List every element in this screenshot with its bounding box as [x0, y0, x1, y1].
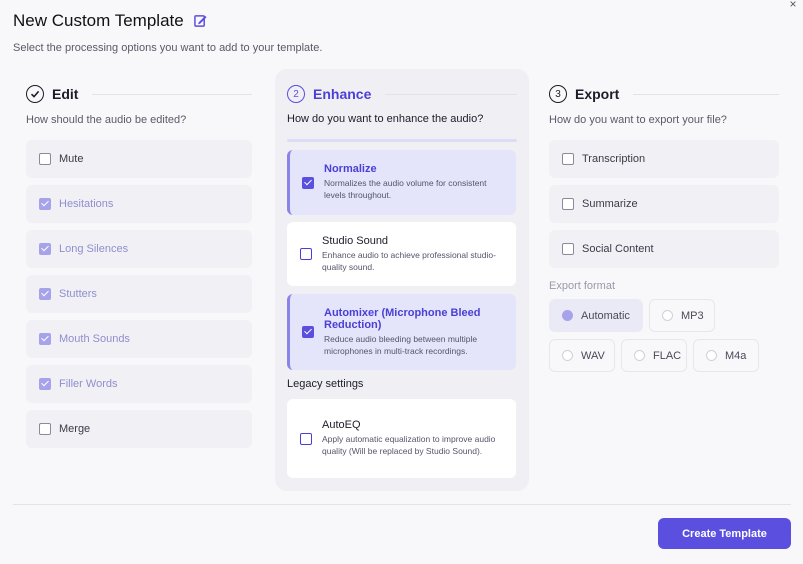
- edit-column: Edit How should the audio be edited? Mut…: [26, 84, 252, 455]
- card-desc: Reduce audio bleeding between multiple m…: [324, 333, 478, 356]
- option-checkbox[interactable]: [39, 378, 51, 390]
- legacy-settings-label: Legacy settings: [287, 378, 364, 390]
- option-label: Merge: [59, 423, 91, 435]
- radio-icon[interactable]: [562, 350, 573, 361]
- option-checkbox[interactable]: [39, 333, 51, 345]
- card-desc: Enhance audio to achieve professional st…: [322, 249, 496, 272]
- format-label: WAV: [581, 349, 605, 362]
- option-label: Mute: [59, 153, 84, 165]
- card-studio-sound[interactable]: Studio Sound Enhance audio to achieve pr…: [287, 222, 516, 286]
- edit-question: How should the audio be edited?: [26, 114, 187, 126]
- option-label: Mouth Sounds: [59, 333, 130, 345]
- option-label: Long Silences: [59, 243, 129, 255]
- enhance-question: How do you want to enhance the audio?: [287, 113, 484, 125]
- divider: [633, 93, 779, 95]
- automixer-checkbox[interactable]: [302, 326, 314, 338]
- option-label: Filler Words: [59, 378, 118, 390]
- option-checkbox[interactable]: [39, 423, 51, 435]
- card-normalize[interactable]: Normalize Normalizes the audio volume fo…: [287, 150, 516, 215]
- option-mute[interactable]: Mute: [26, 140, 252, 178]
- create-template-button[interactable]: Create Template: [658, 518, 791, 549]
- autoeq-checkbox[interactable]: [300, 432, 312, 445]
- modal-title: New Custom Template: [13, 11, 184, 30]
- export-question: How do you want to export your file?: [549, 114, 727, 126]
- close-icon[interactable]: ×: [786, 0, 800, 11]
- format-label: FLAC: [653, 349, 682, 362]
- normalize-checkbox[interactable]: [302, 176, 314, 189]
- option-label: Transcription: [582, 153, 646, 165]
- studio-sound-checkbox[interactable]: [300, 248, 312, 260]
- export-format-label: Export format: [549, 280, 616, 292]
- scroll-edge: [287, 139, 517, 142]
- option-checkbox[interactable]: [562, 243, 574, 255]
- footer-divider: [13, 504, 791, 505]
- radio-icon[interactable]: [562, 310, 573, 321]
- card-title: Normalize: [324, 163, 377, 176]
- option-checkbox[interactable]: [562, 198, 574, 210]
- option-checkbox[interactable]: [39, 243, 51, 255]
- format-label: M4a: [725, 349, 747, 362]
- option-checkbox[interactable]: [39, 288, 51, 300]
- option-transcription[interactable]: Transcription: [549, 140, 779, 178]
- card-title: Automixer (Microphone Bleed Reduction): [324, 306, 481, 331]
- enhance-header: 2 Enhance: [287, 84, 517, 104]
- divider: [385, 93, 517, 95]
- card-title: Studio Sound: [322, 234, 389, 247]
- modal-subtitle: Select the processing options you want t…: [13, 42, 323, 54]
- format-wav[interactable]: WAV: [549, 339, 615, 372]
- new-template-modal: New Custom Template Select the processin…: [0, 0, 803, 564]
- edit-title: Edit: [52, 86, 79, 102]
- option-checkbox[interactable]: [39, 198, 51, 210]
- export-title: Export: [575, 86, 620, 102]
- option-mouth-sounds[interactable]: Mouth Sounds: [26, 320, 252, 358]
- option-label: Hesitations: [59, 198, 114, 210]
- export-column: 3 Export How do you want to export your …: [549, 84, 779, 372]
- option-social-content[interactable]: Social Content: [549, 230, 779, 268]
- card-desc: Apply automatic equalization to improve …: [322, 434, 496, 456]
- modal-header: New Custom Template: [13, 11, 207, 31]
- export-options: Transcription Summarize Social Content: [549, 140, 779, 268]
- edit-options: Mute Hesitations Long Silences Stutters Mout…: [26, 140, 252, 448]
- enhance-column: 2 Enhance How do you want to enhance the…: [275, 69, 529, 491]
- enhance-title: Enhance: [313, 86, 372, 102]
- option-long-silences[interactable]: Long Silences: [26, 230, 252, 268]
- radio-icon[interactable]: [662, 310, 673, 321]
- format-mp3[interactable]: MP3: [649, 299, 715, 332]
- step-3-icon: 3: [549, 85, 567, 103]
- step-2-icon: 2: [287, 85, 305, 103]
- radio-icon[interactable]: [706, 350, 717, 361]
- card-title: AutoEQ: [322, 419, 361, 432]
- option-stutters[interactable]: Stutters: [26, 275, 252, 313]
- radio-icon[interactable]: [634, 350, 645, 361]
- format-row: WAV FLAC M4a: [549, 339, 779, 372]
- format-automatic[interactable]: Automatic: [549, 299, 643, 332]
- divider: [92, 93, 252, 95]
- edit-header: Edit: [26, 84, 252, 104]
- format-flac[interactable]: FLAC: [621, 339, 687, 372]
- format-row: Automatic MP3: [549, 299, 779, 332]
- option-checkbox[interactable]: [39, 153, 51, 165]
- card-autoeq[interactable]: AutoEQ Apply automatic equalization to i…: [287, 399, 516, 478]
- option-merge[interactable]: Merge: [26, 410, 252, 448]
- option-hesitations[interactable]: Hesitations: [26, 185, 252, 223]
- check-step-icon: [26, 85, 44, 103]
- card-automixer[interactable]: Automixer (Microphone Bleed Reduction) R…: [287, 294, 516, 370]
- format-m4a[interactable]: M4a: [693, 339, 759, 372]
- card-desc: Normalizes the audio volume for consiste…: [324, 178, 487, 200]
- option-filler-words[interactable]: Filler Words: [26, 365, 252, 403]
- option-label: Summarize: [582, 198, 638, 210]
- option-summarize[interactable]: Summarize: [549, 185, 779, 223]
- format-label: MP3: [681, 309, 704, 322]
- edit-icon[interactable]: [193, 14, 207, 27]
- option-label: Stutters: [59, 288, 97, 300]
- export-header: 3 Export: [549, 84, 779, 104]
- format-label: Automatic: [581, 309, 630, 322]
- option-checkbox[interactable]: [562, 153, 574, 165]
- option-label: Social Content: [582, 243, 654, 255]
